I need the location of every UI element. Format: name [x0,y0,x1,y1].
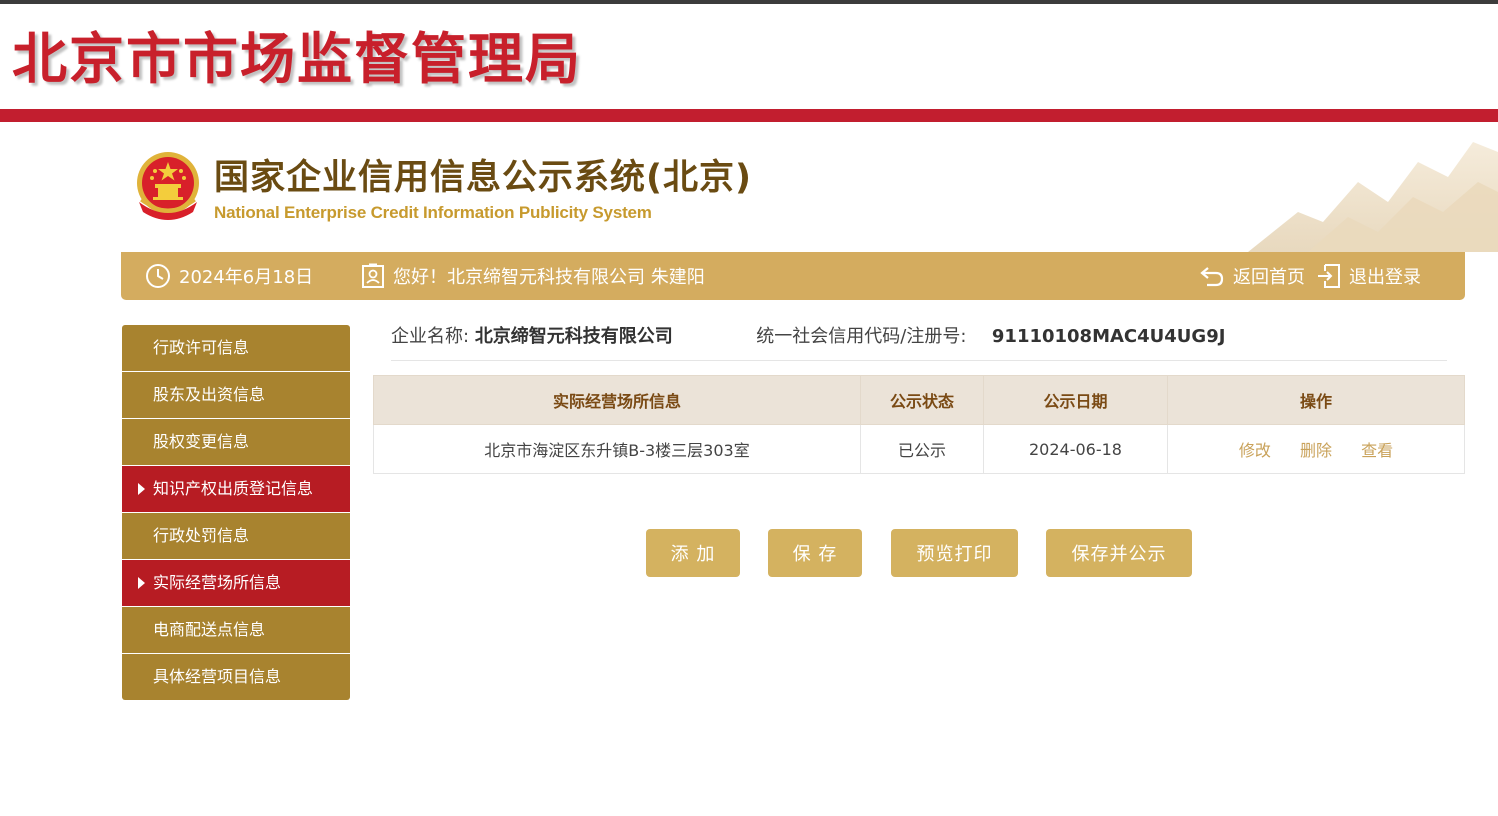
cell-date: 2024-06-18 [983,424,1168,474]
mountain-decoration-icon [1248,142,1498,252]
date-display: 2024年6月18日 [145,252,313,300]
add-button[interactable]: 添 加 [646,529,740,577]
col-header-status: 公示状态 [860,375,984,425]
company-name-label: 企业名称: [391,326,470,347]
home-link-label: 返回首页 [1233,267,1305,288]
sidebar-item-ecommerce-delivery[interactable]: 电商配送点信息 [122,607,350,653]
sidebar-item-ip-pledge[interactable]: 知识产权出质登记信息 [122,466,350,512]
sidebar-item-label: 知识产权出质登记信息 [153,479,314,498]
logout-link-label: 退出登录 [1349,267,1421,288]
sidebar-item-label: 具体经营项目信息 [153,667,282,686]
premises-table: 实际经营场所信息 公示状态 公示日期 操作 北京市海淀区东升镇B-3楼三层303… [373,375,1465,474]
preview-print-button[interactable]: 预览打印 [891,529,1018,577]
sidebar-item-label: 行政许可信息 [153,338,250,357]
sidebar-item-label: 股权变更信息 [153,432,250,451]
system-title-en: National Enterprise Credit Information P… [214,203,652,222]
sidebar-item-business-premises[interactable]: 实际经营场所信息 [122,560,350,606]
date-text: 2024年6月18日 [179,267,314,288]
company-name-value: 北京缔智元科技有限公司 [474,326,673,347]
company-info: 企业名称: 北京缔智元科技有限公司 统一社会信用代码/注册号: 91110108… [391,322,1447,361]
table-row: 北京市海淀区东升镇B-3楼三层303室 已公示 2024-06-18 修改 删除… [373,424,1465,474]
national-emblem-icon [137,152,199,220]
agency-header: 北京市市场监督管理局 [0,4,1498,110]
system-header: 国家企业信用信息公示系统(北京) National Enterprise Cre… [0,122,1498,252]
agency-title: 北京市市场监督管理局 [12,27,583,91]
sidebar-menu: 行政许可信息 股东及出资信息 股权变更信息 知识产权出质登记信息 行政处罚信息 … [122,325,350,700]
view-link[interactable]: 查看 [1361,441,1393,460]
home-link[interactable]: 返回首页 [1199,252,1305,300]
sidebar-item-label: 行政处罚信息 [153,526,250,545]
col-header-address: 实际经营场所信息 [373,375,861,425]
system-title-cn: 国家企业信用信息公示系统(北京) [214,158,752,198]
sidebar-item-label: 实际经营场所信息 [153,573,282,592]
delete-link[interactable]: 删除 [1300,441,1332,460]
cell-actions: 修改 删除 查看 [1167,424,1465,474]
logout-icon [1318,264,1340,288]
edit-link[interactable]: 修改 [1239,441,1271,460]
greeting-text: 您好！北京缔智元科技有限公司 朱建阳 [393,267,705,288]
cell-status: 已公示 [860,424,984,474]
greeting-display: 您好！北京缔智元科技有限公司 朱建阳 [361,252,705,300]
clock-icon [146,264,170,288]
sidebar-item-label: 电商配送点信息 [153,620,266,639]
col-header-actions: 操作 [1167,375,1465,425]
sidebar-item-admin-license[interactable]: 行政许可信息 [122,325,350,371]
credit-code-label: 统一社会信用代码/注册号: [756,326,967,347]
sidebar-item-admin-penalty[interactable]: 行政处罚信息 [122,513,350,559]
user-bar: 2024年6月18日 您好！北京缔智元科技有限公司 朱建阳 返回首页 退出登录 [121,252,1465,300]
user-card-icon [362,263,384,288]
credit-code-value: 91110108MAC4U4UG9J [991,326,1226,347]
col-header-date: 公示日期 [983,375,1168,425]
return-icon [1200,267,1224,287]
caret-right-icon [138,577,145,589]
table-header-row: 实际经营场所信息 公示状态 公示日期 操作 [373,375,1465,425]
cell-address: 北京市海淀区东升镇B-3楼三层303室 [373,424,861,474]
save-publish-button[interactable]: 保存并公示 [1046,529,1192,577]
caret-right-icon [138,483,145,495]
sidebar-item-equity-change[interactable]: 股权变更信息 [122,419,350,465]
sidebar-item-shareholders[interactable]: 股东及出资信息 [122,372,350,418]
logout-link[interactable]: 退出登录 [1317,252,1421,300]
red-divider [0,109,1498,122]
sidebar-item-business-items[interactable]: 具体经营项目信息 [122,654,350,700]
sidebar-item-label: 股东及出资信息 [153,385,266,404]
save-button[interactable]: 保 存 [768,529,862,577]
